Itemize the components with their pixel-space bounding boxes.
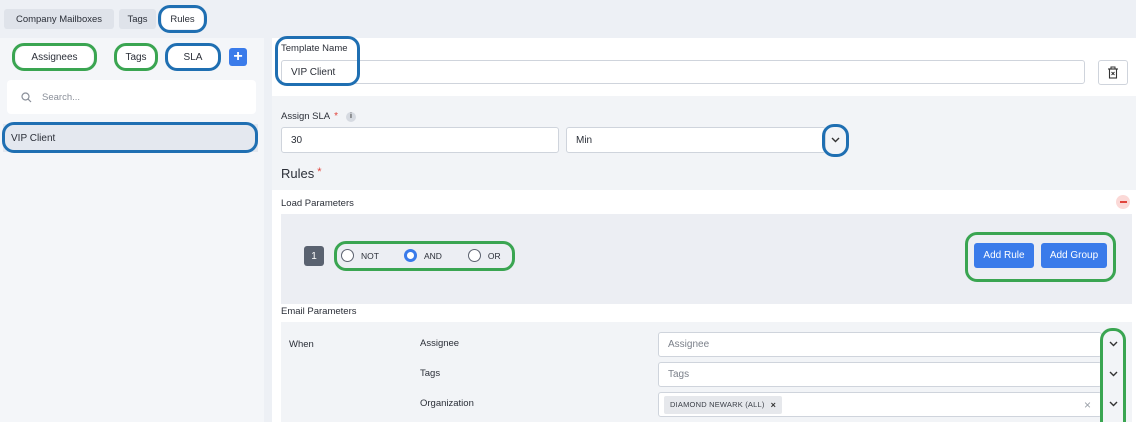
assign-sla-label: Assign SLA xyxy=(281,111,331,122)
remove-chip-icon[interactable]: × xyxy=(771,400,776,410)
load-parameters-label: Load Parameters xyxy=(281,198,354,209)
trash-icon xyxy=(1107,66,1119,79)
organization-chip-label: DIAMOND NEWARK (ALL) xyxy=(670,400,765,409)
tags-input[interactable] xyxy=(668,369,1101,380)
annotation-highlight xyxy=(275,36,360,86)
condition-organization-label: Organization xyxy=(420,398,474,409)
annotation-highlight xyxy=(114,43,158,71)
group-number-badge: 1 xyxy=(304,246,324,266)
clear-icon[interactable]: × xyxy=(1084,398,1091,412)
plus-icon: + xyxy=(233,48,243,65)
organization-select[interactable]: DIAMOND NEWARK (ALL) × × xyxy=(658,392,1102,417)
tab-company-mailboxes[interactable]: Company Mailboxes xyxy=(4,9,114,29)
assignee-select[interactable] xyxy=(658,332,1102,357)
email-parameters-label: Email Parameters xyxy=(281,306,357,317)
sla-unit-select[interactable]: Min xyxy=(566,127,826,153)
search-box[interactable] xyxy=(7,80,256,114)
tags-select[interactable] xyxy=(658,362,1102,387)
required-mark: * xyxy=(334,111,339,122)
condition-tags-label: Tags xyxy=(420,368,441,379)
annotation-highlight xyxy=(822,124,849,157)
when-label: When xyxy=(289,339,314,350)
annotation-highlight xyxy=(965,232,1116,282)
condition-assignee-label: Assignee xyxy=(420,338,460,349)
search-input[interactable] xyxy=(42,91,242,103)
add-button[interactable]: + xyxy=(229,48,247,66)
annotation-highlight xyxy=(2,122,258,153)
sla-unit-value: Min xyxy=(576,134,593,146)
tab-tags[interactable]: Tags xyxy=(119,9,156,29)
annotation-highlight xyxy=(165,43,221,71)
sla-value-input[interactable] xyxy=(291,134,558,146)
remove-group-icon[interactable] xyxy=(1116,195,1130,209)
annotation-highlight xyxy=(334,241,515,271)
sla-value-field[interactable] xyxy=(281,127,559,153)
assign-sla-label-row: Assign SLA * i xyxy=(281,111,357,122)
annotation-highlight xyxy=(12,43,97,71)
delete-button[interactable] xyxy=(1098,60,1128,85)
search-icon xyxy=(21,91,32,103)
required-mark: * xyxy=(317,166,322,178)
rules-heading-row: Rules * xyxy=(281,166,322,181)
annotation-highlight xyxy=(1100,328,1126,422)
rules-heading: Rules xyxy=(281,166,315,181)
template-name-input[interactable] xyxy=(291,66,1084,78)
assignee-input[interactable] xyxy=(668,339,1101,350)
info-icon: i xyxy=(346,111,357,122)
organization-chip: DIAMOND NEWARK (ALL) × xyxy=(664,395,783,414)
template-name-field[interactable] xyxy=(281,60,1085,84)
annotation-highlight xyxy=(158,5,207,33)
